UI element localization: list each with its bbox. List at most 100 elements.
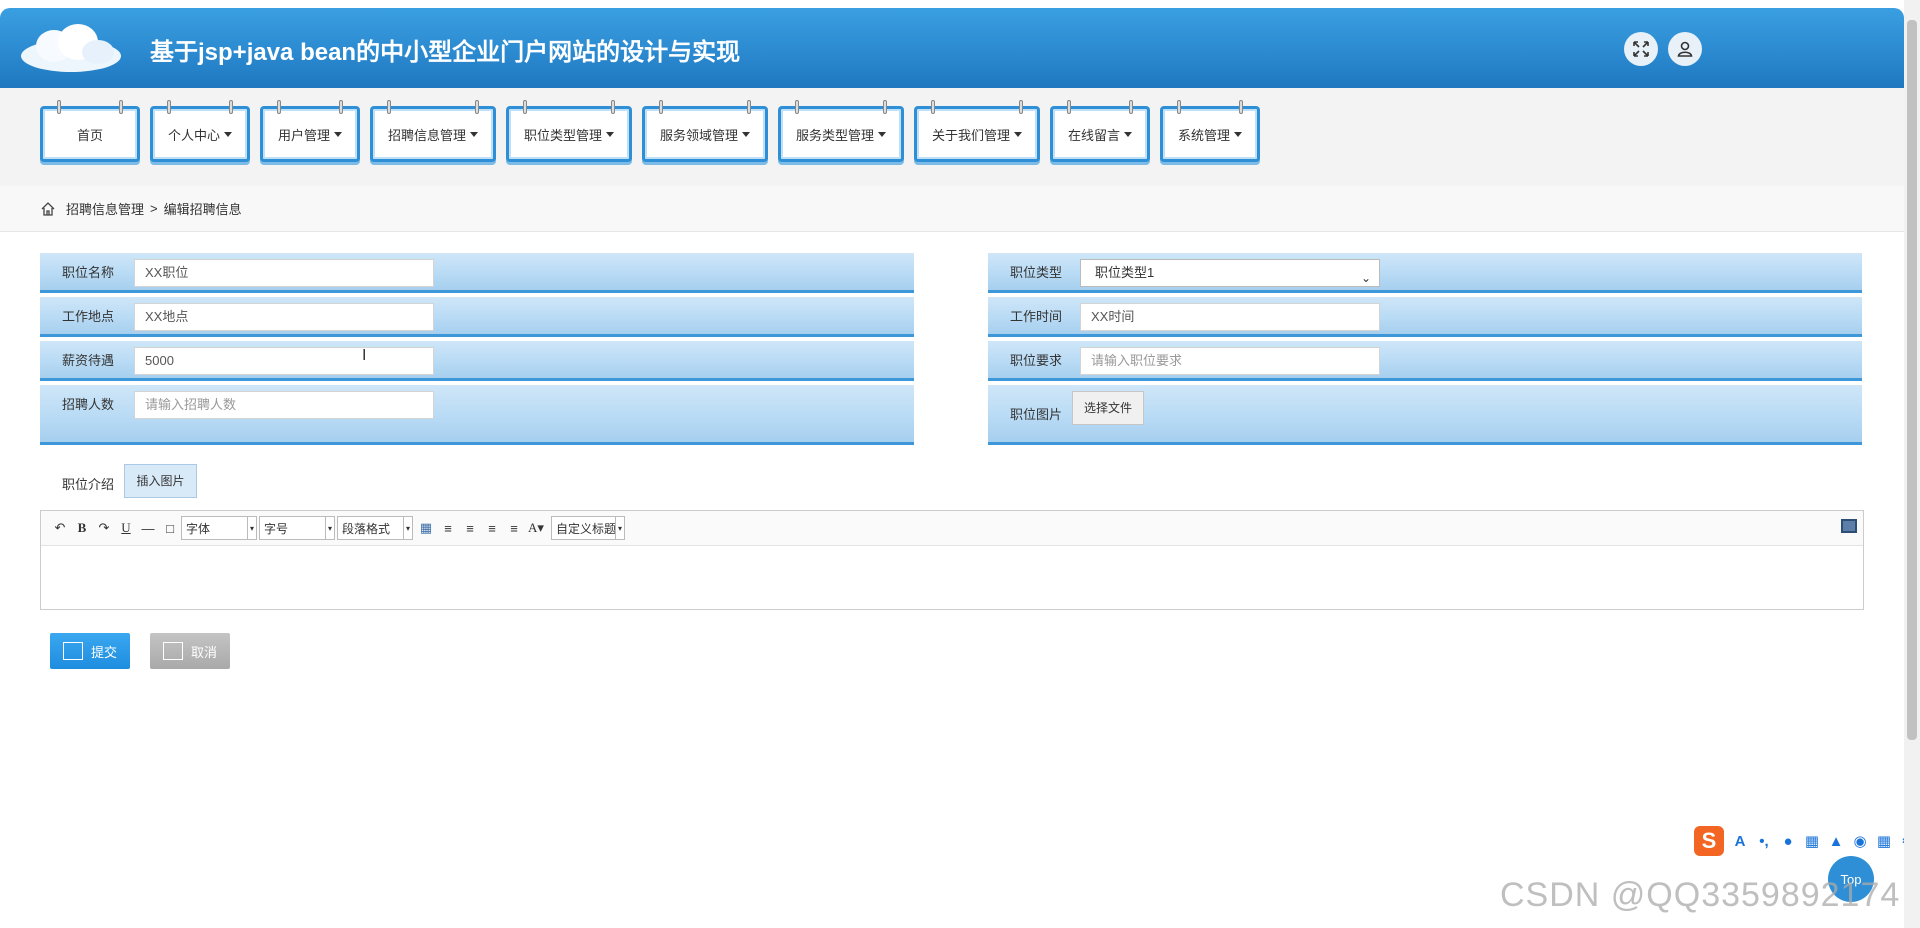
breadcrumb: 招聘信息管理 > 编辑招聘信息 <box>0 186 1904 232</box>
nav-item-recruitment-management[interactable]: 招聘信息管理 <box>370 100 496 162</box>
job-intro-label: 职位介绍 <box>62 477 115 492</box>
nav-item-label: 个人中心 <box>167 127 220 143</box>
headcount-label: 招聘人数 <box>62 397 115 412</box>
user-icon <box>1677 41 1693 57</box>
breadcrumb-current: 编辑招聘信息 <box>163 202 242 217</box>
custom-title-value: 自定义标题 <box>556 521 617 536</box>
form-row-requirements: 职位要求 请输入职位要求 <box>988 341 1862 381</box>
caret-down-icon <box>1234 131 1242 137</box>
align-left-icon[interactable]: ≡ <box>437 517 459 539</box>
job-name-label: 职位名称 <box>62 265 115 280</box>
choose-file-button[interactable]: 选择文件 <box>1072 391 1144 425</box>
app-header: 基于jsp+java bean的中小型企业门户网站的设计与实现 <box>0 8 1904 88</box>
nav-item-label: 在线留言 <box>1067 127 1120 143</box>
caret-down-icon: ▾ <box>403 517 412 539</box>
caret-down-icon <box>606 131 614 137</box>
nav-item-label: 服务类型管理 <box>795 127 874 143</box>
fullscreen-editor-icon[interactable] <box>1841 519 1857 533</box>
bold-icon[interactable]: B <box>71 517 93 539</box>
job-type-select[interactable]: 职位类型1 ⌄ <box>1080 259 1380 287</box>
underline-icon[interactable]: U <box>115 517 137 539</box>
watermark: CSDN @QQ3359892174 <box>1500 876 1901 914</box>
paragraph-format-value: 段落格式 <box>342 521 391 536</box>
requirements-label: 职位要求 <box>1010 353 1063 368</box>
form-row-salary: 薪资待遇 5000 I <box>40 341 914 381</box>
nav-item-personal-center[interactable]: 个人中心 <box>150 100 250 162</box>
headcount-input[interactable]: 请输入招聘人数 <box>134 391 434 419</box>
work-location-label: 工作地点 <box>62 309 115 324</box>
font-color-icon[interactable]: A▾ <box>525 517 547 539</box>
work-time-label: 工作时间 <box>1010 309 1063 324</box>
fullscreen-button[interactable] <box>1624 32 1658 66</box>
microphone-icon[interactable]: ● <box>1778 831 1798 851</box>
breadcrumb-parent[interactable]: 招聘信息管理 <box>66 199 144 218</box>
job-type-label: 职位类型 <box>1010 265 1063 280</box>
sogou-logo-icon[interactable]: S <box>1694 826 1724 856</box>
rich-text-editor: ↶ B ↷ U — □ 字体 ▾ 字号 ▾ 段落格式 ▾ ▦ ≡ ≡ ≡ ≡ A▾ 自… <box>40 510 1864 610</box>
nav-item-user-management[interactable]: 用户管理 <box>260 100 360 162</box>
check-icon <box>62 642 83 660</box>
form-row-work-location: 工作地点 XX地点 <box>40 297 914 337</box>
language-icon[interactable]: A <box>1730 831 1750 851</box>
font-size-select[interactable]: 字号 ▾ <box>259 516 335 540</box>
align-justify-icon[interactable]: ≡ <box>503 517 525 539</box>
vertical-scrollbar[interactable] <box>1904 0 1920 928</box>
game-icon[interactable]: ◉ <box>1850 831 1870 851</box>
nav-item-job-type-management[interactable]: 职位类型管理 <box>506 100 632 162</box>
paragraph-format-select[interactable]: 段落格式 ▾ <box>337 516 413 540</box>
nav-item-label: 招聘信息管理 <box>387 127 466 143</box>
cancel-button[interactable]: 取消 <box>150 633 230 669</box>
nav-item-service-area-management[interactable]: 服务领域管理 <box>642 100 768 162</box>
form-row-job-image: 职位图片 选择文件 <box>988 385 1862 445</box>
align-center-icon[interactable]: ≡ <box>481 517 503 539</box>
punctuation-icon[interactable]: •, <box>1754 831 1774 851</box>
scrollbar-thumb[interactable] <box>1907 20 1917 740</box>
chevron-down-icon: ⌄ <box>1360 271 1371 285</box>
caret-down-icon: ▾ <box>247 517 256 539</box>
nav-item-system-management[interactable]: 系统管理 <box>1160 100 1260 162</box>
salary-label: 薪资待遇 <box>62 353 115 368</box>
caret-down-icon <box>878 131 886 137</box>
font-size-value: 字号 <box>264 521 289 536</box>
nav-item-label: 用户管理 <box>277 127 330 143</box>
form-row-job-name: 职位名称 XX职位 <box>40 253 914 293</box>
redo-icon[interactable]: ↷ <box>93 517 115 539</box>
align-right-icon[interactable]: ≡ <box>459 517 481 539</box>
salary-input[interactable]: 5000 <box>134 347 434 375</box>
user-button[interactable] <box>1668 32 1702 66</box>
caret-down-icon <box>334 131 342 137</box>
caret-down-icon <box>1014 131 1022 137</box>
work-time-input[interactable]: XX时间 <box>1080 303 1380 331</box>
nav-item-home[interactable]: 首页 <box>40 100 140 162</box>
caret-down-icon <box>224 131 232 137</box>
table-icon[interactable]: ▦ <box>415 517 437 539</box>
keyboard-icon[interactable]: ▦ <box>1802 831 1822 851</box>
undo-icon[interactable]: ↶ <box>49 517 71 539</box>
font-family-value: 字体 <box>186 521 211 536</box>
horizontal-rule-icon[interactable]: — <box>137 517 159 539</box>
skin-icon[interactable]: ▲ <box>1826 831 1846 851</box>
caret-down-icon <box>1124 131 1132 137</box>
nav-item-service-type-management[interactable]: 服务类型管理 <box>778 100 904 162</box>
document-icon[interactable]: □ <box>159 517 181 539</box>
text-cursor-icon: I <box>362 347 367 364</box>
caret-down-icon: ▾ <box>615 517 624 539</box>
apps-icon[interactable]: ▦ <box>1874 831 1894 851</box>
nav-item-label: 系统管理 <box>1177 127 1230 143</box>
submit-button[interactable]: 提交 <box>50 633 130 669</box>
job-image-label: 职位图片 <box>1010 407 1063 422</box>
editor-toolbar: ↶ B ↷ U — □ 字体 ▾ 字号 ▾ 段落格式 ▾ ▦ ≡ ≡ ≡ ≡ A▾ 自… <box>41 511 1863 546</box>
job-name-input[interactable]: XX职位 <box>134 259 434 287</box>
nav-item-about-us-management[interactable]: 关于我们管理 <box>914 100 1040 162</box>
nav-item-online-message[interactable]: 在线留言 <box>1050 100 1150 162</box>
nav-item-label: 职位类型管理 <box>523 127 602 143</box>
insert-image-button[interactable]: 插入图片 <box>124 464 197 498</box>
custom-title-select[interactable]: 自定义标题 ▾ <box>551 516 625 540</box>
home-icon[interactable] <box>40 201 56 217</box>
nav-item-label: 首页 <box>76 127 103 143</box>
form-row-headcount: 招聘人数 请输入招聘人数 <box>40 385 914 445</box>
form-row-work-time: 工作时间 XX时间 <box>988 297 1862 337</box>
requirements-input[interactable]: 请输入职位要求 <box>1080 347 1380 375</box>
work-location-input[interactable]: XX地点 <box>134 303 434 331</box>
font-family-select[interactable]: 字体 ▾ <box>181 516 257 540</box>
